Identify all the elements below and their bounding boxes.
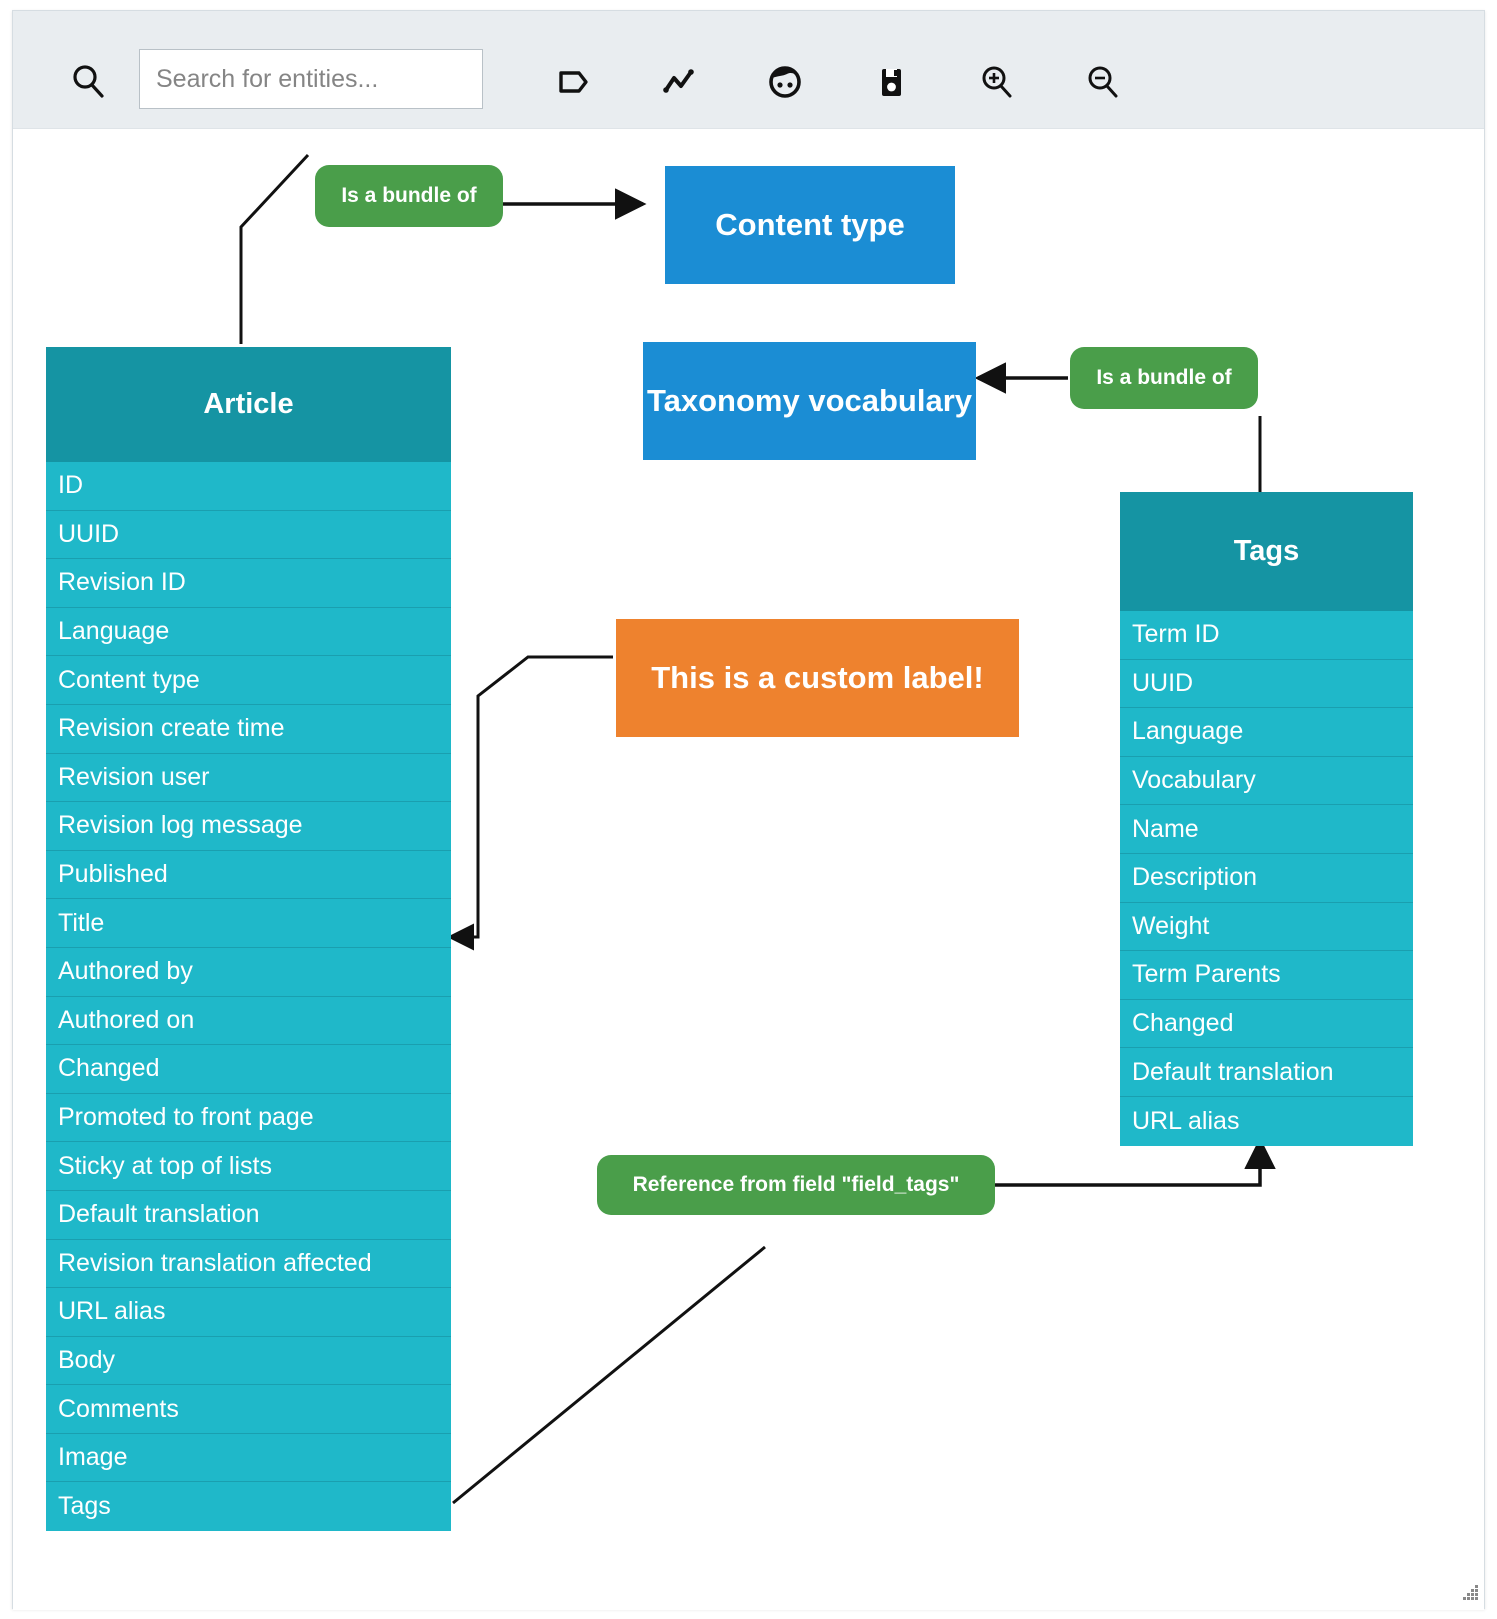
- entity-field-row[interactable]: Revision log message: [46, 802, 451, 851]
- entity-field-list: Term ID UUID Language Vocabulary Name Descrip…: [1120, 611, 1413, 1146]
- entity-field-row[interactable]: Image: [46, 1433, 451, 1483]
- entity-field-row[interactable]: UUID: [46, 510, 451, 560]
- entity-field-row[interactable]: Authored by: [46, 947, 451, 997]
- custom-label-text: This is a custom label!: [651, 660, 984, 696]
- edge-article-tags-to-reference: [452, 1245, 766, 1505]
- entity-field-row[interactable]: Promoted to front page: [46, 1093, 451, 1143]
- search-input[interactable]: [139, 49, 483, 109]
- entity-field-row[interactable]: Term ID: [1120, 611, 1413, 660]
- entity-relationship-diagram-window: Is a bundle of Content type Taxonomy voc…: [12, 10, 1485, 1610]
- entity-field-row[interactable]: Revision user: [46, 753, 451, 803]
- save-icon[interactable]: [868, 59, 914, 105]
- entity-field-row[interactable]: Language: [46, 607, 451, 657]
- relation-label-text: Reference from field "field_tags": [632, 1173, 960, 1196]
- entity-field-row[interactable]: Sticky at top of lists: [46, 1142, 451, 1191]
- relation-label-is-a-bundle-of-content-type[interactable]: Is a bundle of: [315, 165, 503, 227]
- entity-field-row[interactable]: Revision ID: [46, 559, 451, 608]
- relation-label-text: Is a bundle of: [1096, 366, 1232, 389]
- entity-field-row[interactable]: Default translation: [1120, 1048, 1413, 1097]
- entity-field-row[interactable]: URL alias: [1120, 1096, 1413, 1146]
- entity-field-row[interactable]: Vocabulary: [1120, 756, 1413, 806]
- edge-reference-to-tags: [995, 1137, 1276, 1187]
- polyline-icon[interactable]: [656, 59, 702, 105]
- bundle-box-taxonomy-vocabulary[interactable]: Taxonomy vocabulary: [643, 342, 976, 460]
- face-icon[interactable]: [762, 59, 808, 105]
- entity-field-row[interactable]: Comments: [46, 1385, 451, 1434]
- entity-field-row[interactable]: URL alias: [46, 1288, 451, 1337]
- zoom-in-icon[interactable]: [974, 59, 1020, 105]
- relation-label-is-a-bundle-of-taxonomy[interactable]: Is a bundle of: [1070, 347, 1258, 409]
- entity-table-article[interactable]: Article ID UUID Revision ID Language Content…: [46, 347, 451, 1532]
- bundle-box-content-type[interactable]: Content type: [665, 166, 955, 284]
- zoom-out-icon[interactable]: [1080, 59, 1126, 105]
- entity-field-row[interactable]: Published: [46, 850, 451, 900]
- entity-field-list: ID UUID Revision ID Language Content type Rev…: [46, 462, 451, 1532]
- entity-field-row[interactable]: ID: [46, 462, 451, 511]
- entity-field-row[interactable]: Term Parents: [1120, 951, 1413, 1000]
- tag-icon[interactable]: [550, 59, 596, 105]
- relation-label-field-tags-reference[interactable]: Reference from field "field_tags": [597, 1155, 995, 1215]
- entity-field-row[interactable]: Description: [1120, 853, 1413, 903]
- entity-field-row[interactable]: Tags: [46, 1482, 451, 1532]
- custom-label-box[interactable]: This is a custom label!: [616, 619, 1019, 737]
- bundle-box-label: Taxonomy vocabulary: [646, 383, 973, 419]
- entity-title: Tags: [1120, 492, 1413, 611]
- entity-field-row[interactable]: Default translation: [46, 1190, 451, 1240]
- entity-field-row[interactable]: Content type: [46, 656, 451, 705]
- relation-label-text: Is a bundle of: [341, 184, 477, 207]
- entity-field-row[interactable]: Changed: [46, 1045, 451, 1094]
- entity-field-row[interactable]: Weight: [1120, 902, 1413, 952]
- entity-field-row[interactable]: Name: [1120, 805, 1413, 854]
- entity-table-tags[interactable]: Tags Term ID UUID Language Vocabulary Name De…: [1120, 492, 1413, 1146]
- entity-field-row[interactable]: Revision create time: [46, 704, 451, 754]
- entity-field-row[interactable]: Revision translation affected: [46, 1239, 451, 1289]
- entity-field-row[interactable]: Title: [46, 899, 451, 948]
- entity-title: Article: [46, 347, 451, 462]
- bundle-box-label: Content type: [715, 207, 905, 243]
- edge-custom-label-to-article: [447, 655, 613, 951]
- entity-field-row[interactable]: UUID: [1120, 659, 1413, 709]
- toolbar: [13, 11, 1484, 129]
- entity-field-row[interactable]: Authored on: [46, 996, 451, 1046]
- edge-article-to-bundle: [239, 153, 310, 344]
- resize-grip-handle[interactable]: [1458, 1582, 1480, 1604]
- entity-field-row[interactable]: Changed: [1120, 999, 1413, 1049]
- entity-field-row[interactable]: Language: [1120, 708, 1413, 757]
- search-icon: [68, 61, 108, 101]
- entity-field-row[interactable]: Body: [46, 1336, 451, 1386]
- diagram-canvas[interactable]: Is a bundle of Content type Taxonomy voc…: [13, 129, 1484, 1610]
